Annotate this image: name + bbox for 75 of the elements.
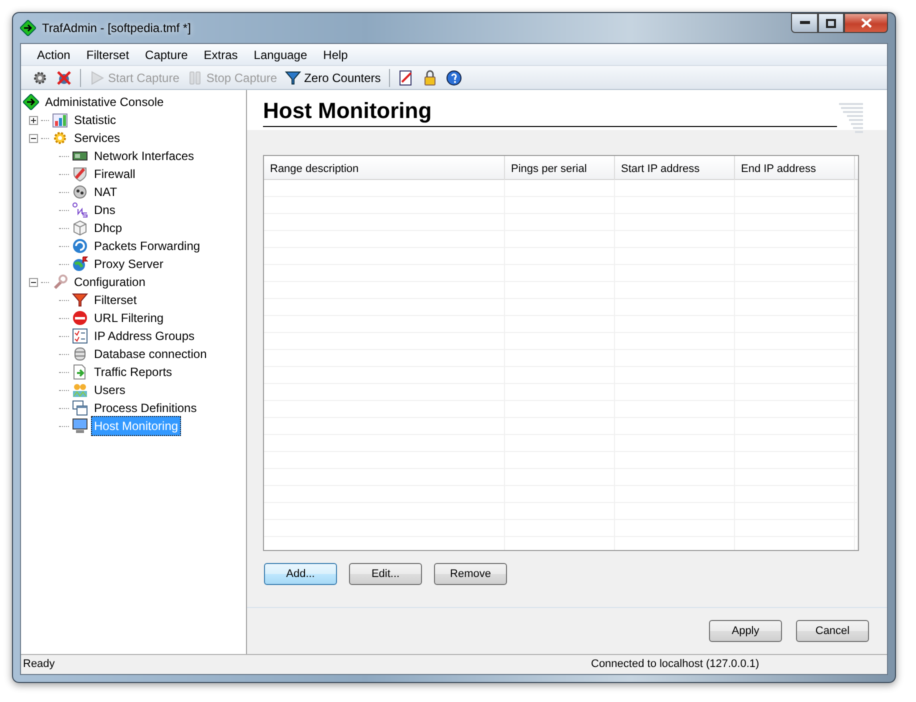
cube-icon <box>72 220 88 236</box>
tree-item[interactable]: IP Address Groups <box>91 326 198 346</box>
pause-icon <box>187 70 204 86</box>
console-icon <box>23 94 39 110</box>
tree-item[interactable]: NAT <box>91 182 120 202</box>
collapse-icon[interactable] <box>29 278 38 286</box>
users-icon <box>72 382 88 398</box>
dialog-button[interactable]: Cancel <box>796 620 869 642</box>
collapse-icon[interactable] <box>29 134 38 142</box>
action-button[interactable]: Add... <box>264 563 337 585</box>
menu-item[interactable]: Language <box>246 44 316 66</box>
tree-item[interactable]: Packets Forwarding <box>91 236 204 256</box>
expand-icon[interactable] <box>29 116 38 124</box>
tree-item[interactable]: Services <box>71 128 124 148</box>
tree-item[interactable]: Firewall <box>91 164 138 184</box>
menu-item[interactable]: Help <box>315 44 356 66</box>
gear-icon <box>32 70 48 86</box>
minimize-button[interactable] <box>791 13 818 33</box>
database-icon <box>72 346 88 362</box>
refresh-icon <box>72 238 88 254</box>
globe-icon <box>72 256 88 272</box>
app-icon <box>20 20 36 36</box>
shield-icon <box>72 166 88 182</box>
menu-item[interactable]: Capture <box>137 44 196 66</box>
tree-item[interactable]: Process Definitions <box>91 398 200 418</box>
tree-item[interactable]: Users <box>91 380 128 400</box>
toolbar-button[interactable]: Zero Counters <box>282 68 384 88</box>
minimize-icon <box>800 21 810 25</box>
tree-item[interactable]: Administative Console <box>42 92 167 112</box>
funnel-icon <box>72 292 88 308</box>
action-button[interactable]: Edit... <box>349 563 422 585</box>
gear-icon <box>52 130 68 146</box>
column-header[interactable]: Start IP address <box>615 156 735 182</box>
dialog-button[interactable]: Apply <box>709 620 782 642</box>
tree-item[interactable]: Dns <box>91 200 118 220</box>
bar-chart-icon <box>52 112 68 128</box>
close-button[interactable] <box>844 13 888 33</box>
maximize-icon <box>826 18 836 28</box>
dns-icon <box>72 202 88 218</box>
maximize-button[interactable] <box>818 13 844 33</box>
status-text: Connected to localhost (127.0.0.1) <box>591 657 760 672</box>
tree-item[interactable]: Configuration <box>71 272 148 292</box>
logo-icon <box>837 100 865 134</box>
checklist-icon <box>72 328 88 344</box>
close-icon <box>860 18 872 28</box>
help-icon <box>446 70 462 86</box>
menu-item[interactable]: Extras <box>196 44 246 66</box>
tree-item[interactable]: Network Interfaces <box>91 146 198 166</box>
menu-item[interactable]: Filterset <box>78 44 138 66</box>
tree-item[interactable]: Database connection <box>91 344 210 364</box>
tree-item[interactable]: Dhcp <box>91 218 126 238</box>
page-title: Host Monitoring <box>263 96 837 127</box>
document-icon <box>398 70 414 86</box>
status-text: Ready <box>22 657 56 672</box>
wrench-icon <box>52 274 68 290</box>
tree-item[interactable]: Statistic <box>71 110 120 130</box>
window-title: TrafAdmin - [softpedia.tmf *] <box>42 20 191 37</box>
tree-item[interactable]: Filterset <box>91 290 140 310</box>
menu-item[interactable]: Action <box>29 44 78 66</box>
tree-item[interactable]: Proxy Server <box>91 254 166 274</box>
disconnect-icon <box>56 70 72 86</box>
funnel-icon <box>285 70 302 86</box>
play-icon <box>89 70 105 86</box>
tree-item[interactable]: Traffic Reports <box>91 362 176 382</box>
tree-item[interactable]: URL Filtering <box>91 308 167 328</box>
lock-icon <box>422 70 438 86</box>
column-header[interactable]: End IP address <box>735 156 855 182</box>
column-header[interactable]: Range description <box>264 156 505 182</box>
column-header[interactable]: Pings per serial <box>505 156 615 182</box>
no-entry-icon <box>72 310 88 326</box>
nat-icon <box>72 184 88 200</box>
report-icon <box>72 364 88 380</box>
monitor-icon <box>72 418 88 434</box>
action-button[interactable]: Remove <box>434 563 507 585</box>
windows-icon <box>72 400 88 416</box>
